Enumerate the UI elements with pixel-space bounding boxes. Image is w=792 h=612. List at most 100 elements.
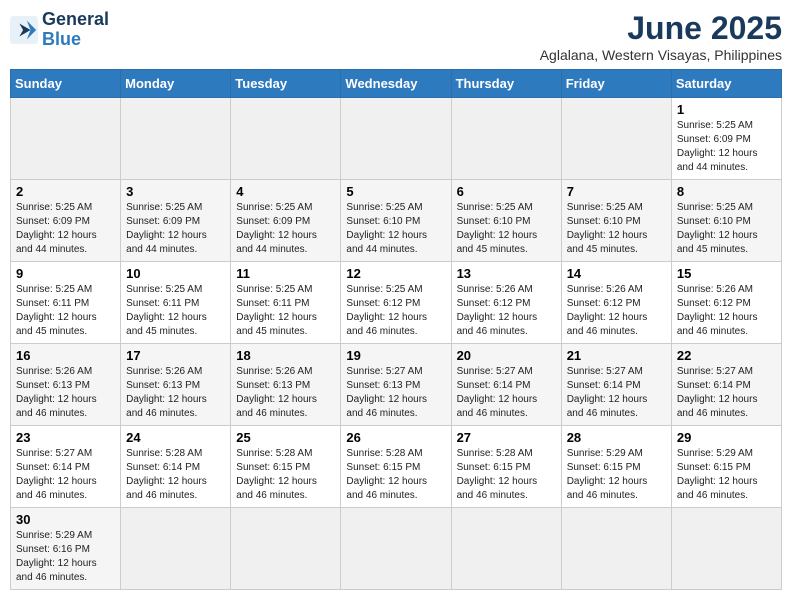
day-detail: Sunrise: 5:25 AMSunset: 6:10 PMDaylight:… xyxy=(677,201,776,257)
calendar-day-cell: 5 Sunrise: 5:25 AMSunset: 6:10 PMDaylight… xyxy=(341,180,451,262)
day-number: 19 xyxy=(346,348,445,363)
day-number: 16 xyxy=(16,348,115,363)
calendar-day-cell: 29Sunrise: 5:29 AMSunset: 6:15 PMDayligh… xyxy=(671,426,781,508)
day-detail: Sunrise: 5:28 AMSunset: 6:15 PMDaylight:… xyxy=(236,447,335,503)
day-detail: Sunrise: 5:27 AMSunset: 6:14 PMDaylight:… xyxy=(457,365,556,421)
calendar-day-cell xyxy=(341,508,451,590)
day-detail: Sunrise: 5:25 AMSunset: 6:12 PMDaylight:… xyxy=(346,283,445,339)
day-detail: Sunrise: 5:25 AMSunset: 6:09 PMDaylight:… xyxy=(677,119,776,175)
calendar-day-cell xyxy=(561,508,671,590)
location-subtitle: Aglalana, Western Visayas, Philippines xyxy=(540,47,782,63)
day-number: 2 xyxy=(16,184,115,199)
calendar-day-cell: 10 Sunrise: 5:25 AMSunset: 6:11 PMDayligh… xyxy=(121,262,231,344)
day-number: 10 xyxy=(126,266,225,281)
calendar-week-row: 30Sunrise: 5:29 AMSunset: 6:16 PMDayligh… xyxy=(11,508,782,590)
logo: General Blue xyxy=(10,10,109,50)
day-number: 4 xyxy=(236,184,335,199)
logo-line2: Blue xyxy=(42,30,109,50)
day-number: 27 xyxy=(457,430,556,445)
calendar-week-row: 23 Sunrise: 5:27 AMSunset: 6:14 PMDayligh… xyxy=(11,426,782,508)
calendar-header-row: Sunday Monday Tuesday Wednesday Thursday… xyxy=(11,70,782,98)
day-number: 8 xyxy=(677,184,776,199)
calendar-day-cell: 9Sunrise: 5:25 AMSunset: 6:11 PMDaylight… xyxy=(11,262,121,344)
calendar-day-cell xyxy=(231,508,341,590)
calendar-day-cell xyxy=(121,508,231,590)
day-number: 13 xyxy=(457,266,556,281)
day-number: 20 xyxy=(457,348,556,363)
day-number: 25 xyxy=(236,430,335,445)
day-number: 6 xyxy=(457,184,556,199)
calendar-day-cell: 4 Sunrise: 5:25 AMSunset: 6:09 PMDaylight… xyxy=(231,180,341,262)
calendar-day-cell: 16Sunrise: 5:26 AMSunset: 6:13 PMDayligh… xyxy=(11,344,121,426)
calendar-day-cell: 21Sunrise: 5:27 AMSunset: 6:14 PMDayligh… xyxy=(561,344,671,426)
day-number: 7 xyxy=(567,184,666,199)
page-header: General Blue June 2025 Aglalana, Western… xyxy=(10,10,782,63)
col-friday: Friday xyxy=(561,70,671,98)
calendar-week-row: 9Sunrise: 5:25 AMSunset: 6:11 PMDaylight… xyxy=(11,262,782,344)
calendar-day-cell: 2Sunrise: 5:25 AMSunset: 6:09 PMDaylight… xyxy=(11,180,121,262)
calendar-day-cell xyxy=(121,98,231,180)
month-year-title: June 2025 xyxy=(540,10,782,47)
col-wednesday: Wednesday xyxy=(341,70,451,98)
day-detail: Sunrise: 5:28 AMSunset: 6:14 PMDaylight:… xyxy=(126,447,225,503)
day-number: 12 xyxy=(346,266,445,281)
calendar-day-cell xyxy=(231,98,341,180)
day-detail: Sunrise: 5:25 AMSunset: 6:11 PMDaylight:… xyxy=(16,283,115,339)
day-number: 5 xyxy=(346,184,445,199)
col-tuesday: Tuesday xyxy=(231,70,341,98)
day-detail: Sunrise: 5:27 AMSunset: 6:14 PMDaylight:… xyxy=(16,447,115,503)
calendar-day-cell xyxy=(561,98,671,180)
day-detail: Sunrise: 5:26 AMSunset: 6:12 PMDaylight:… xyxy=(457,283,556,339)
day-number: 11 xyxy=(236,266,335,281)
calendar-day-cell: 18Sunrise: 5:26 AMSunset: 6:13 PMDayligh… xyxy=(231,344,341,426)
calendar-table: Sunday Monday Tuesday Wednesday Thursday… xyxy=(10,69,782,590)
calendar-day-cell: 17Sunrise: 5:26 AMSunset: 6:13 PMDayligh… xyxy=(121,344,231,426)
calendar-day-cell: 28 Sunrise: 5:29 AMSunset: 6:15 PMDayligh… xyxy=(561,426,671,508)
logo-icon xyxy=(10,16,38,44)
day-detail: Sunrise: 5:29 AMSunset: 6:15 PMDaylight:… xyxy=(567,447,666,503)
calendar-day-cell xyxy=(451,98,561,180)
calendar-day-cell: 20 Sunrise: 5:27 AMSunset: 6:14 PMDayligh… xyxy=(451,344,561,426)
calendar-day-cell: 27Sunrise: 5:28 AMSunset: 6:15 PMDayligh… xyxy=(451,426,561,508)
calendar-day-cell: 30Sunrise: 5:29 AMSunset: 6:16 PMDayligh… xyxy=(11,508,121,590)
day-detail: Sunrise: 5:29 AMSunset: 6:15 PMDaylight:… xyxy=(677,447,776,503)
day-detail: Sunrise: 5:25 AMSunset: 6:09 PMDaylight:… xyxy=(126,201,225,257)
logo-line1: General xyxy=(42,10,109,30)
calendar-day-cell: 11 Sunrise: 5:25 AMSunset: 6:11 PMDayligh… xyxy=(231,262,341,344)
day-detail: Sunrise: 5:25 AMSunset: 6:11 PMDaylight:… xyxy=(236,283,335,339)
day-number: 23 xyxy=(16,430,115,445)
calendar-day-cell: 24Sunrise: 5:28 AMSunset: 6:14 PMDayligh… xyxy=(121,426,231,508)
calendar-day-cell: 23 Sunrise: 5:27 AMSunset: 6:14 PMDayligh… xyxy=(11,426,121,508)
day-number: 28 xyxy=(567,430,666,445)
col-sunday: Sunday xyxy=(11,70,121,98)
day-detail: Sunrise: 5:27 AMSunset: 6:14 PMDaylight:… xyxy=(567,365,666,421)
calendar-day-cell xyxy=(341,98,451,180)
col-monday: Monday xyxy=(121,70,231,98)
calendar-day-cell: 3Sunrise: 5:25 AMSunset: 6:09 PMDaylight… xyxy=(121,180,231,262)
day-detail: Sunrise: 5:26 AMSunset: 6:13 PMDaylight:… xyxy=(126,365,225,421)
day-detail: Sunrise: 5:28 AMSunset: 6:15 PMDaylight:… xyxy=(346,447,445,503)
day-detail: Sunrise: 5:29 AMSunset: 6:16 PMDaylight:… xyxy=(16,529,115,585)
day-detail: Sunrise: 5:25 AMSunset: 6:09 PMDaylight:… xyxy=(236,201,335,257)
col-thursday: Thursday xyxy=(451,70,561,98)
day-number: 15 xyxy=(677,266,776,281)
calendar-day-cell: 7Sunrise: 5:25 AMSunset: 6:10 PMDaylight… xyxy=(561,180,671,262)
calendar-day-cell: 13 Sunrise: 5:26 AMSunset: 6:12 PMDayligh… xyxy=(451,262,561,344)
day-detail: Sunrise: 5:25 AMSunset: 6:10 PMDaylight:… xyxy=(457,201,556,257)
day-number: 26 xyxy=(346,430,445,445)
day-number: 18 xyxy=(236,348,335,363)
calendar-day-cell: 14Sunrise: 5:26 AMSunset: 6:12 PMDayligh… xyxy=(561,262,671,344)
calendar-day-cell: 1Sunrise: 5:25 AMSunset: 6:09 PMDaylight… xyxy=(671,98,781,180)
title-area: June 2025 Aglalana, Western Visayas, Phi… xyxy=(540,10,782,63)
calendar-day-cell: 8 Sunrise: 5:25 AMSunset: 6:10 PMDaylight… xyxy=(671,180,781,262)
calendar-week-row: 2 Sunrise: 5:25 AMSunset: 6:09 PMDaylight… xyxy=(11,180,782,262)
calendar-day-cell xyxy=(671,508,781,590)
calendar-day-cell: 15Sunrise: 5:26 AMSunset: 6:12 PMDayligh… xyxy=(671,262,781,344)
calendar-day-cell: 25 Sunrise: 5:28 AMSunset: 6:15 PMDayligh… xyxy=(231,426,341,508)
day-detail: Sunrise: 5:25 AMSunset: 6:11 PMDaylight:… xyxy=(126,283,225,339)
day-detail: Sunrise: 5:27 AMSunset: 6:14 PMDaylight:… xyxy=(677,365,776,421)
day-detail: Sunrise: 5:25 AMSunset: 6:10 PMDaylight:… xyxy=(346,201,445,257)
col-saturday: Saturday xyxy=(671,70,781,98)
calendar-day-cell: 12 Sunrise: 5:25 AMSunset: 6:12 PMDayligh… xyxy=(341,262,451,344)
calendar-day-cell xyxy=(11,98,121,180)
